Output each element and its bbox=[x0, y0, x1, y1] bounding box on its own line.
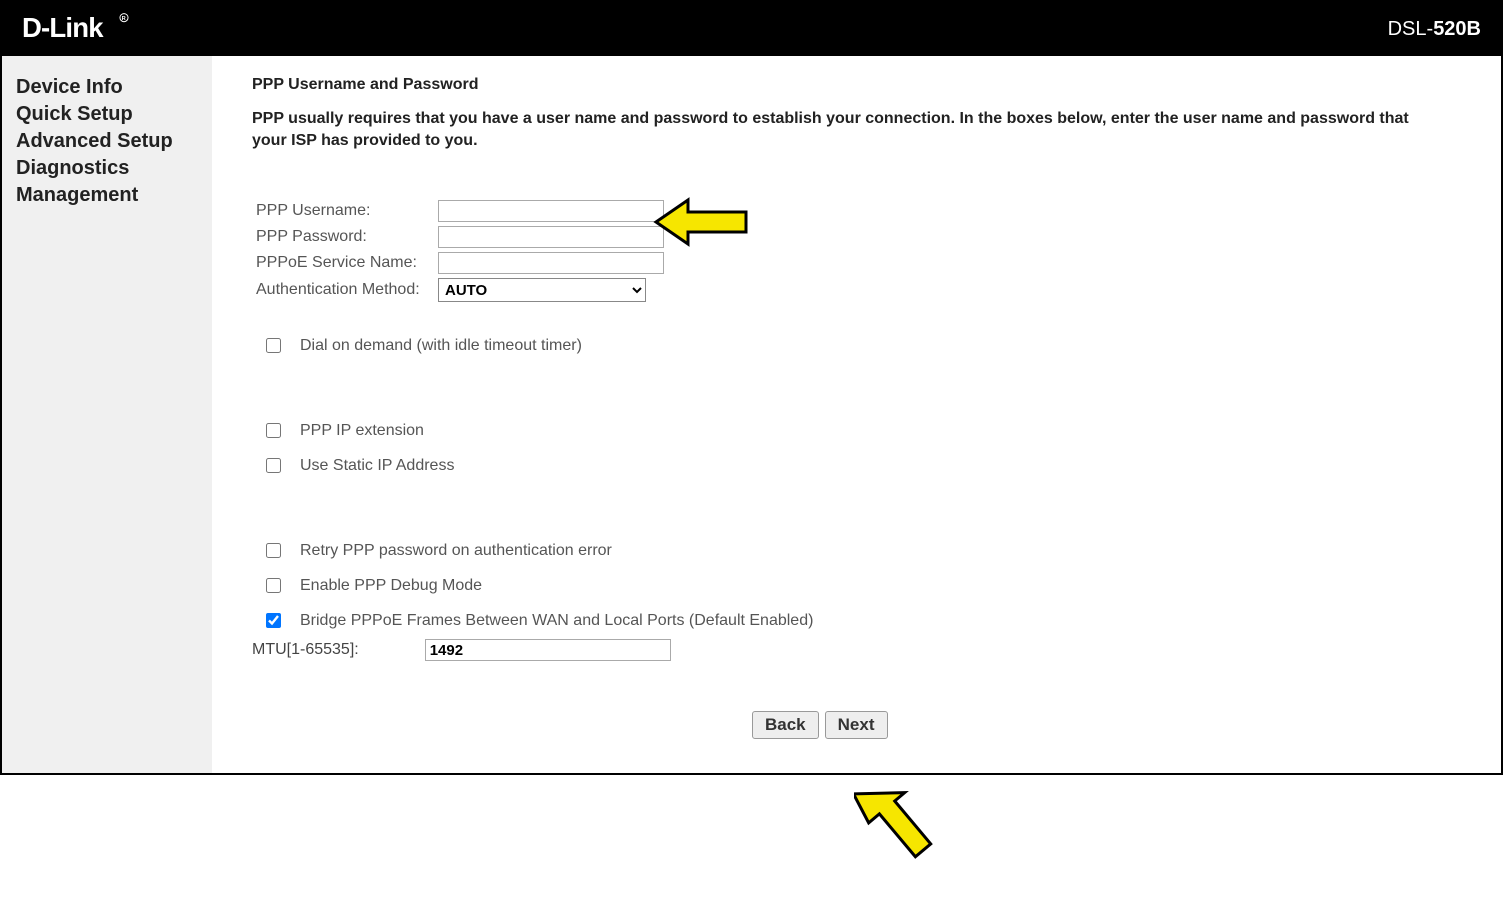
sidebar-item-quick-setup[interactable]: Quick Setup bbox=[16, 101, 202, 128]
dial-on-demand-label: Dial on demand (with idle timeout timer) bbox=[300, 337, 582, 355]
next-button[interactable]: Next bbox=[825, 711, 888, 739]
sidebar-item-management[interactable]: Management bbox=[16, 182, 202, 209]
ppp-ip-ext-checkbox[interactable] bbox=[266, 423, 281, 438]
sidebar-item-device-info[interactable]: Device Info bbox=[16, 74, 202, 101]
auth-method-label: Authentication Method: bbox=[254, 277, 434, 303]
debug-checkbox[interactable] bbox=[266, 578, 281, 593]
svg-text:D-Link: D-Link bbox=[22, 12, 104, 43]
model-label: DSL-520B bbox=[1388, 18, 1481, 41]
intro-text: PPP usually requires that you have a use… bbox=[252, 108, 1412, 151]
static-ip-label: Use Static IP Address bbox=[300, 457, 454, 475]
page-title: PPP Username and Password bbox=[252, 76, 1481, 94]
username-input[interactable] bbox=[438, 200, 664, 222]
dial-on-demand-checkbox[interactable] bbox=[266, 338, 281, 353]
sidebar-item-diagnostics[interactable]: Diagnostics bbox=[16, 155, 202, 182]
sidebar-item-advanced-setup[interactable]: Advanced Setup bbox=[16, 128, 202, 155]
service-name-label: PPPoE Service Name: bbox=[254, 251, 434, 275]
arrow-annotation-icon bbox=[648, 194, 758, 250]
retry-ppp-checkbox[interactable] bbox=[266, 543, 281, 558]
service-name-input[interactable] bbox=[438, 252, 664, 274]
brand-logo: D-Link R bbox=[22, 12, 192, 46]
arrow-annotation-icon bbox=[854, 762, 944, 872]
username-label: PPP Username: bbox=[254, 199, 434, 223]
back-button[interactable]: Back bbox=[752, 711, 819, 739]
ppp-ip-ext-label: PPP IP extension bbox=[300, 422, 424, 440]
bridge-row: Bridge PPPoE Frames Between WAN and Loca… bbox=[262, 610, 1481, 631]
sidebar: Device Info Quick Setup Advanced Setup D… bbox=[2, 56, 212, 773]
mtu-input[interactable] bbox=[425, 639, 671, 661]
retry-ppp-row: Retry PPP password on authentication err… bbox=[262, 540, 1481, 561]
auth-method-select[interactable]: AUTO bbox=[438, 278, 646, 302]
bridge-label: Bridge PPPoE Frames Between WAN and Loca… bbox=[300, 612, 813, 630]
retry-ppp-label: Retry PPP password on authentication err… bbox=[300, 542, 612, 560]
password-label: PPP Password: bbox=[254, 225, 434, 249]
password-input[interactable] bbox=[438, 226, 664, 248]
static-ip-checkbox[interactable] bbox=[266, 458, 281, 473]
debug-row: Enable PPP Debug Mode bbox=[262, 575, 1481, 596]
dial-on-demand-row: Dial on demand (with idle timeout timer) bbox=[262, 335, 1481, 356]
top-bar: D-Link R DSL-520B bbox=[2, 2, 1501, 56]
bridge-checkbox[interactable] bbox=[266, 613, 281, 628]
ppp-ip-ext-row: PPP IP extension bbox=[262, 420, 1481, 441]
main-panel: PPP Username and Password PPP usually re… bbox=[212, 56, 1501, 773]
debug-label: Enable PPP Debug Mode bbox=[300, 577, 482, 595]
mtu-label: MTU[1-65535]: bbox=[252, 641, 359, 659]
static-ip-row: Use Static IP Address bbox=[262, 455, 1481, 476]
credentials-table: PPP Username: PPP Password: PPPoE Servic… bbox=[252, 197, 668, 305]
